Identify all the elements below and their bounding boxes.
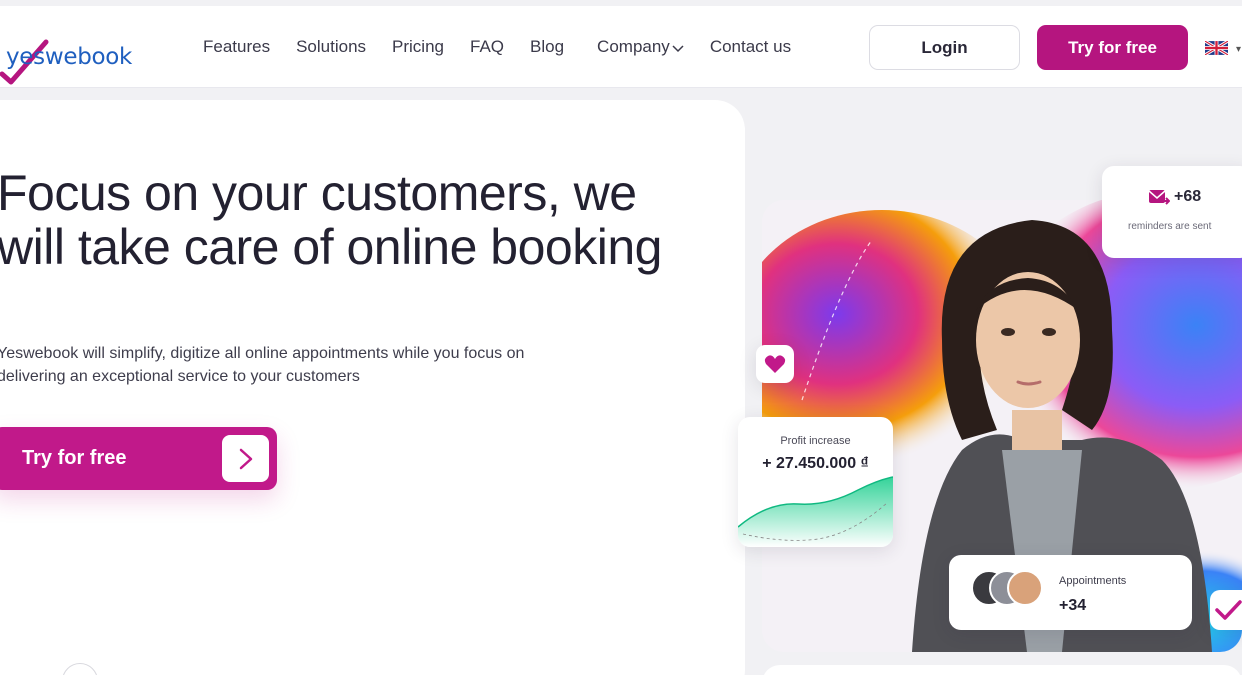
mail-send-icon [1148, 190, 1170, 205]
heart-card [756, 345, 794, 383]
hero-subtitle: Yeswebook will simplify, digitize all on… [0, 345, 525, 385]
check-card [1210, 590, 1242, 630]
arrow-right-icon [222, 435, 269, 482]
nav-item-pricing[interactable]: Pricing [392, 37, 444, 57]
appointments-value: +34 [1059, 597, 1087, 614]
chevron-down-icon [672, 45, 684, 53]
hero-title: Focus on your customers, we will take ca… [0, 165, 662, 275]
bottom-card [762, 665, 1242, 675]
try-for-free-button[interactable]: Try for free [1037, 25, 1188, 70]
uk-flag-icon[interactable] [1205, 41, 1228, 55]
login-button[interactable]: Login [869, 25, 1020, 70]
profit-value: + 27.450.000 ₫ [762, 455, 869, 472]
avatar [1007, 570, 1043, 606]
reminders-label: reminders are sent [1128, 221, 1212, 232]
nav-item-company-label: Company [597, 37, 670, 56]
nav-item-contact[interactable]: Contact us [710, 37, 791, 57]
hero-cta-label: Try for free [22, 447, 127, 469]
logo[interactable]: yeswebook [0, 20, 140, 85]
reminders-count: +68 [1174, 188, 1202, 205]
profit-trend-graph [738, 476, 893, 547]
main-nav: Features Solutions Pricing FAQ Blog Comp… [203, 6, 817, 88]
language-chevron-icon[interactable]: ▾ [1236, 44, 1241, 55]
nav-item-solutions[interactable]: Solutions [296, 37, 366, 57]
nav-item-company[interactable]: Company [597, 37, 684, 57]
nav-item-features[interactable]: Features [203, 37, 270, 57]
site-header: yeswebook Features Solutions Pricing FAQ… [0, 6, 1242, 88]
hero-try-for-free-button[interactable]: Try for free [0, 427, 277, 490]
logo-text: yeswebook [6, 44, 133, 70]
appointments-label: Appointments [1059, 575, 1127, 587]
appointments-card: Appointments +34 [949, 555, 1192, 630]
nav-item-faq[interactable]: FAQ [470, 37, 504, 57]
heart-icon [764, 355, 786, 373]
checkmark-icon [1215, 600, 1242, 620]
profit-label: Profit increase [780, 435, 851, 447]
reminders-card: +68 reminders are sent [1102, 166, 1242, 258]
profit-card: Profit increase + 27.450.000 ₫ [738, 417, 893, 547]
nav-item-blog[interactable]: Blog [530, 37, 564, 57]
